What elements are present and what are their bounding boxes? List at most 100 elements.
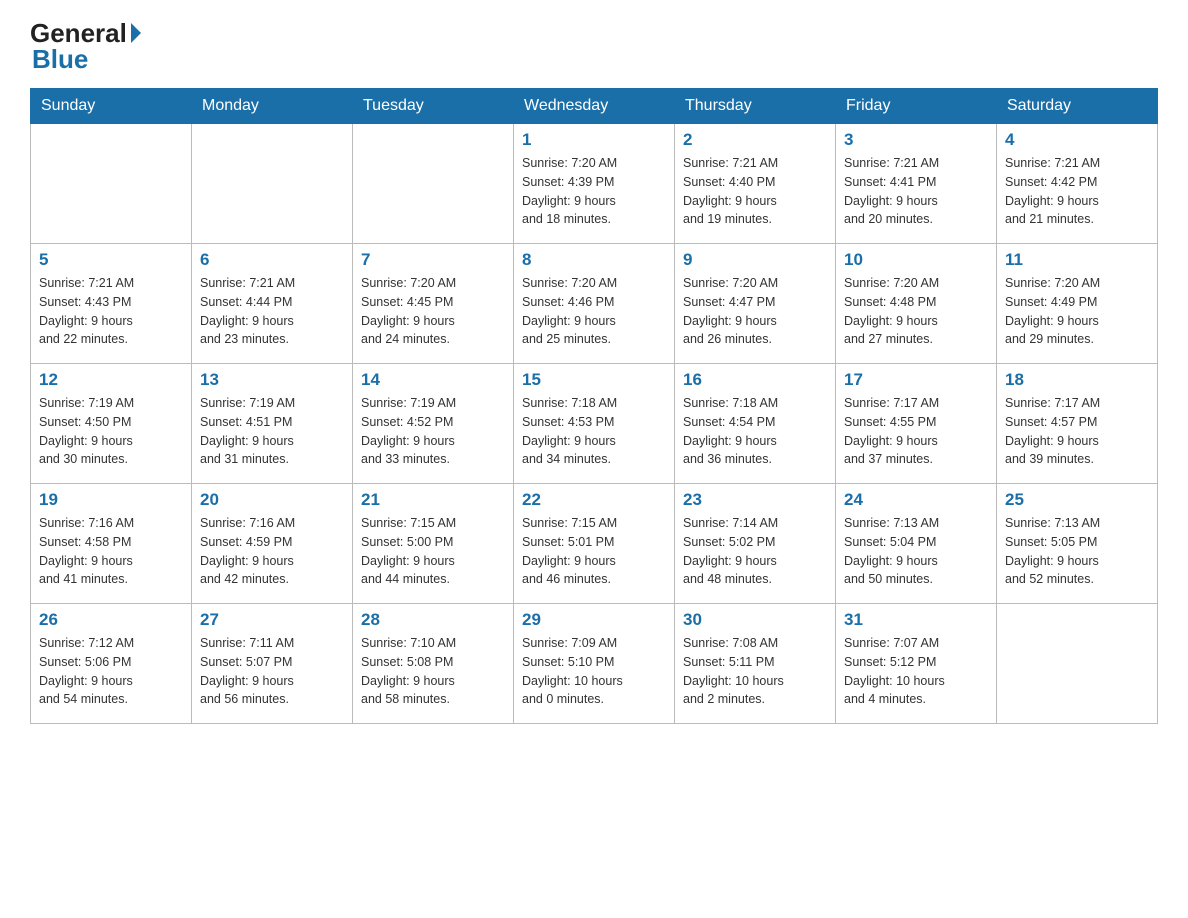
calendar-cell: 28 Sunrise: 7:10 AM Sunset: 5:08 PM Dayli… — [353, 604, 514, 724]
day-info: Sunrise: 7:09 AM Sunset: 5:10 PM Dayligh… — [522, 634, 666, 709]
calendar-cell: 31 Sunrise: 7:07 AM Sunset: 5:12 PM Dayli… — [836, 604, 997, 724]
day-number: 20 — [200, 490, 344, 510]
day-number: 3 — [844, 130, 988, 150]
calendar-cell: 18 Sunrise: 7:17 AM Sunset: 4:57 PM Dayli… — [997, 364, 1158, 484]
calendar-cell: 24 Sunrise: 7:13 AM Sunset: 5:04 PM Dayli… — [836, 484, 997, 604]
day-number: 17 — [844, 370, 988, 390]
calendar-cell: 8 Sunrise: 7:20 AM Sunset: 4:46 PM Daylig… — [514, 244, 675, 364]
col-header-wednesday: Wednesday — [514, 89, 675, 124]
col-header-saturday: Saturday — [997, 89, 1158, 124]
day-number: 11 — [1005, 250, 1149, 270]
calendar-header: SundayMondayTuesdayWednesdayThursdayFrid… — [31, 89, 1158, 124]
day-info: Sunrise: 7:19 AM Sunset: 4:51 PM Dayligh… — [200, 394, 344, 469]
day-info: Sunrise: 7:12 AM Sunset: 5:06 PM Dayligh… — [39, 634, 183, 709]
day-info: Sunrise: 7:19 AM Sunset: 4:50 PM Dayligh… — [39, 394, 183, 469]
col-header-sunday: Sunday — [31, 89, 192, 124]
day-number: 30 — [683, 610, 827, 630]
calendar-cell: 2 Sunrise: 7:21 AM Sunset: 4:40 PM Daylig… — [675, 124, 836, 244]
calendar-cell: 20 Sunrise: 7:16 AM Sunset: 4:59 PM Dayli… — [192, 484, 353, 604]
day-info: Sunrise: 7:17 AM Sunset: 4:57 PM Dayligh… — [1005, 394, 1149, 469]
day-info: Sunrise: 7:20 AM Sunset: 4:45 PM Dayligh… — [361, 274, 505, 349]
calendar-cell: 30 Sunrise: 7:08 AM Sunset: 5:11 PM Dayli… — [675, 604, 836, 724]
col-header-monday: Monday — [192, 89, 353, 124]
day-number: 13 — [200, 370, 344, 390]
day-number: 10 — [844, 250, 988, 270]
day-number: 28 — [361, 610, 505, 630]
day-info: Sunrise: 7:18 AM Sunset: 4:54 PM Dayligh… — [683, 394, 827, 469]
day-number: 6 — [200, 250, 344, 270]
day-info: Sunrise: 7:17 AM Sunset: 4:55 PM Dayligh… — [844, 394, 988, 469]
calendar-cell: 7Sunrise: 7:20 AM Sunset: 4:45 PM Daylig… — [353, 244, 514, 364]
day-number: 18 — [1005, 370, 1149, 390]
day-info: Sunrise: 7:21 AM Sunset: 4:42 PM Dayligh… — [1005, 154, 1149, 229]
day-info: Sunrise: 7:13 AM Sunset: 5:04 PM Dayligh… — [844, 514, 988, 589]
day-info: Sunrise: 7:20 AM Sunset: 4:49 PM Dayligh… — [1005, 274, 1149, 349]
calendar-row-1: 5 Sunrise: 7:21 AM Sunset: 4:43 PM Daylig… — [31, 244, 1158, 364]
calendar-cell: 21 Sunrise: 7:15 AM Sunset: 5:00 PM Dayli… — [353, 484, 514, 604]
day-info: Sunrise: 7:20 AM Sunset: 4:39 PM Dayligh… — [522, 154, 666, 229]
day-info: Sunrise: 7:16 AM Sunset: 4:59 PM Dayligh… — [200, 514, 344, 589]
day-number: 9 — [683, 250, 827, 270]
day-number: 14 — [361, 370, 505, 390]
day-info: Sunrise: 7:20 AM Sunset: 4:47 PM Dayligh… — [683, 274, 827, 349]
day-number: 27 — [200, 610, 344, 630]
day-number: 1 — [522, 130, 666, 150]
day-number: 26 — [39, 610, 183, 630]
day-info: Sunrise: 7:21 AM Sunset: 4:43 PM Dayligh… — [39, 274, 183, 349]
calendar-cell: 16Sunrise: 7:18 AM Sunset: 4:54 PM Dayli… — [675, 364, 836, 484]
calendar-cell: 5 Sunrise: 7:21 AM Sunset: 4:43 PM Daylig… — [31, 244, 192, 364]
day-number: 25 — [1005, 490, 1149, 510]
day-number: 5 — [39, 250, 183, 270]
day-info: Sunrise: 7:21 AM Sunset: 4:41 PM Dayligh… — [844, 154, 988, 229]
calendar-cell: 23Sunrise: 7:14 AM Sunset: 5:02 PM Dayli… — [675, 484, 836, 604]
calendar-cell: 14 Sunrise: 7:19 AM Sunset: 4:52 PM Dayli… — [353, 364, 514, 484]
day-info: Sunrise: 7:16 AM Sunset: 4:58 PM Dayligh… — [39, 514, 183, 589]
calendar-cell: 27 Sunrise: 7:11 AM Sunset: 5:07 PM Dayli… — [192, 604, 353, 724]
calendar-cell: 17 Sunrise: 7:17 AM Sunset: 4:55 PM Dayli… — [836, 364, 997, 484]
day-number: 22 — [522, 490, 666, 510]
calendar-cell: 29Sunrise: 7:09 AM Sunset: 5:10 PM Dayli… — [514, 604, 675, 724]
day-number: 2 — [683, 130, 827, 150]
day-info: Sunrise: 7:13 AM Sunset: 5:05 PM Dayligh… — [1005, 514, 1149, 589]
page-header: General Blue — [30, 20, 1158, 72]
calendar-cell: 15 Sunrise: 7:18 AM Sunset: 4:53 PM Dayli… — [514, 364, 675, 484]
calendar-cell: 26 Sunrise: 7:12 AM Sunset: 5:06 PM Dayli… — [31, 604, 192, 724]
day-info: Sunrise: 7:19 AM Sunset: 4:52 PM Dayligh… — [361, 394, 505, 469]
calendar-cell: 25 Sunrise: 7:13 AM Sunset: 5:05 PM Dayli… — [997, 484, 1158, 604]
calendar-row-3: 19Sunrise: 7:16 AM Sunset: 4:58 PM Dayli… — [31, 484, 1158, 604]
day-info: Sunrise: 7:15 AM Sunset: 5:01 PM Dayligh… — [522, 514, 666, 589]
day-info: Sunrise: 7:14 AM Sunset: 5:02 PM Dayligh… — [683, 514, 827, 589]
calendar-row-0: 1 Sunrise: 7:20 AM Sunset: 4:39 PM Daylig… — [31, 124, 1158, 244]
day-info: Sunrise: 7:08 AM Sunset: 5:11 PM Dayligh… — [683, 634, 827, 709]
calendar-table: SundayMondayTuesdayWednesdayThursdayFrid… — [30, 88, 1158, 724]
calendar-cell: 13 Sunrise: 7:19 AM Sunset: 4:51 PM Dayli… — [192, 364, 353, 484]
day-number: 24 — [844, 490, 988, 510]
day-info: Sunrise: 7:11 AM Sunset: 5:07 PM Dayligh… — [200, 634, 344, 709]
day-info: Sunrise: 7:15 AM Sunset: 5:00 PM Dayligh… — [361, 514, 505, 589]
calendar-cell — [31, 124, 192, 244]
day-info: Sunrise: 7:18 AM Sunset: 4:53 PM Dayligh… — [522, 394, 666, 469]
calendar-cell: 1 Sunrise: 7:20 AM Sunset: 4:39 PM Daylig… — [514, 124, 675, 244]
day-number: 21 — [361, 490, 505, 510]
day-info: Sunrise: 7:07 AM Sunset: 5:12 PM Dayligh… — [844, 634, 988, 709]
calendar-cell: 10 Sunrise: 7:20 AM Sunset: 4:48 PM Dayli… — [836, 244, 997, 364]
calendar-row-4: 26 Sunrise: 7:12 AM Sunset: 5:06 PM Dayli… — [31, 604, 1158, 724]
calendar-cell: 6Sunrise: 7:21 AM Sunset: 4:44 PM Daylig… — [192, 244, 353, 364]
day-number: 15 — [522, 370, 666, 390]
day-info: Sunrise: 7:10 AM Sunset: 5:08 PM Dayligh… — [361, 634, 505, 709]
col-header-friday: Friday — [836, 89, 997, 124]
day-number: 8 — [522, 250, 666, 270]
calendar-cell: 11 Sunrise: 7:20 AM Sunset: 4:49 PM Dayli… — [997, 244, 1158, 364]
calendar-cell: 4Sunrise: 7:21 AM Sunset: 4:42 PM Daylig… — [997, 124, 1158, 244]
day-info: Sunrise: 7:21 AM Sunset: 4:40 PM Dayligh… — [683, 154, 827, 229]
day-number: 31 — [844, 610, 988, 630]
col-header-tuesday: Tuesday — [353, 89, 514, 124]
day-info: Sunrise: 7:20 AM Sunset: 4:46 PM Dayligh… — [522, 274, 666, 349]
col-header-thursday: Thursday — [675, 89, 836, 124]
calendar-cell: 22 Sunrise: 7:15 AM Sunset: 5:01 PM Dayli… — [514, 484, 675, 604]
calendar-cell — [997, 604, 1158, 724]
calendar-cell: 3 Sunrise: 7:21 AM Sunset: 4:41 PM Daylig… — [836, 124, 997, 244]
day-info: Sunrise: 7:20 AM Sunset: 4:48 PM Dayligh… — [844, 274, 988, 349]
calendar-cell: 12 Sunrise: 7:19 AM Sunset: 4:50 PM Dayli… — [31, 364, 192, 484]
day-number: 12 — [39, 370, 183, 390]
